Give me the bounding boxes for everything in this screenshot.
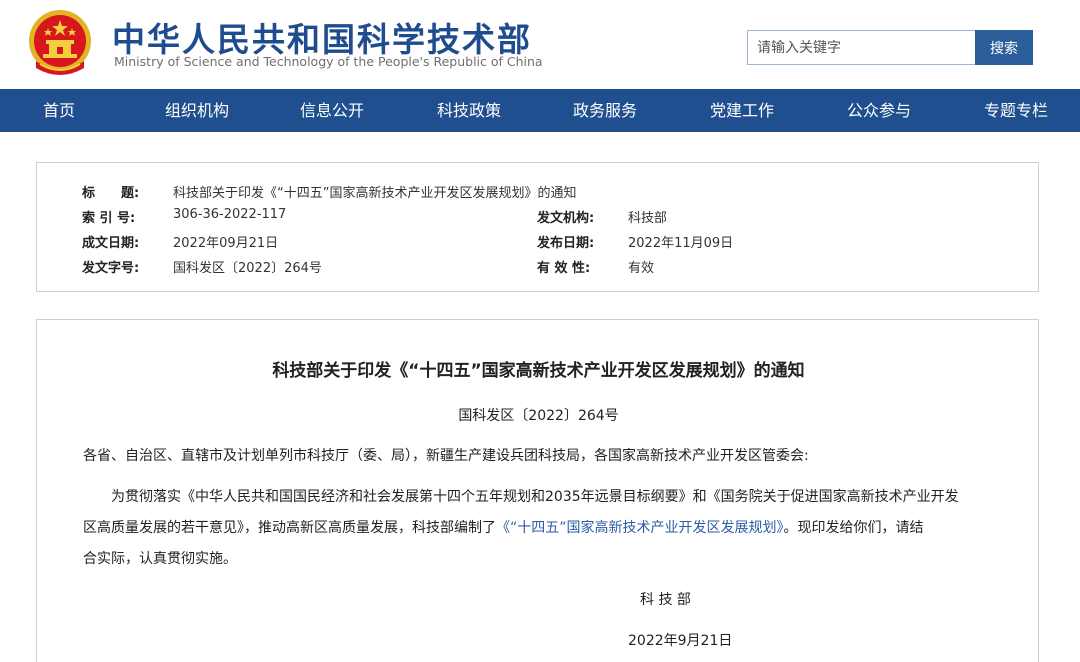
site-header: 中华人民共和国科学技术部 Ministry of Science and Tec… (0, 0, 1080, 89)
main-nav: 首页 组织机构 信息公开 科技政策 政务服务 党建工作 公众参与 专题专栏 (0, 89, 1080, 132)
meta-title-label: 标 题: (82, 186, 140, 201)
body-line-2-text-before: 区高质量发展的若干意见》，推动高新区高质量发展，科技部编制了 (83, 520, 496, 536)
article-signature: 科 技 部 (640, 592, 691, 608)
article-doc-number: 国科发区〔2022〕264号 (458, 408, 619, 424)
meta-issuer-value: 科技部 (628, 211, 668, 226)
article-body-line-3: 合实际，认真贯彻实施。 (83, 551, 237, 567)
article-date: 2022年9月21日 (628, 633, 733, 649)
article-body-line-2: 区高质量发展的若干意见》，推动高新区高质量发展，科技部编制了《“十四五”国家高新… (83, 517, 924, 537)
meta-created-value: 2022年09月21日 (173, 236, 279, 251)
article-title: 科技部关于印发《“十四五”国家高新技术产业开发区发展规划》的通知 (272, 361, 805, 381)
plan-document-link[interactable]: 《“十四五”国家高新技术产业开发区发展规划》 (496, 520, 784, 536)
search-input[interactable] (747, 30, 976, 65)
meta-index-label: 索 引 号: (82, 211, 136, 226)
meta-validity-value: 有效 (628, 261, 655, 276)
meta-docno-label: 发文字号: (82, 261, 140, 276)
article-body: 科技部关于印发《“十四五”国家高新技术产业开发区发展规划》的通知 国科发区〔20… (36, 319, 1039, 662)
nav-item-party-building[interactable]: 党建工作 (700, 89, 784, 132)
document-metadata-box: 标 题: 科技部关于印发《“十四五”国家高新技术产业开发区发展规划》的通知 索 … (36, 162, 1039, 292)
meta-created-label: 成文日期: (82, 236, 140, 251)
search-button[interactable]: 搜索 (975, 30, 1033, 65)
meta-published-value: 2022年11月09日 (628, 236, 734, 251)
meta-index-value: 306-36-2022-117 (173, 207, 287, 222)
meta-docno-value: 国科发区〔2022〕264号 (173, 261, 322, 276)
nav-item-special-topics[interactable]: 专题专栏 (974, 89, 1058, 132)
nav-item-organization[interactable]: 组织机构 (155, 89, 239, 132)
meta-title-value: 科技部关于印发《“十四五”国家高新技术产业开发区发展规划》的通知 (173, 186, 577, 201)
nav-item-home[interactable]: 首页 (26, 89, 92, 132)
body-line-2-text-after: 。现印发给你们，请结 (783, 520, 924, 536)
meta-issuer-label: 发文机构: (537, 211, 595, 226)
nav-item-public-participation[interactable]: 公众参与 (837, 89, 921, 132)
article-addressee: 各省、自治区、直辖市及计划单列市科技厅（委、局），新疆生产建设兵团科技局，各国家… (83, 448, 809, 464)
site-subtitle: Ministry of Science and Technology of th… (114, 54, 543, 69)
nav-item-information-disclosure[interactable]: 信息公开 (290, 89, 374, 132)
meta-published-label: 发布日期: (537, 236, 595, 251)
nav-item-sci-tech-policy[interactable]: 科技政策 (427, 89, 511, 132)
national-emblem-icon[interactable] (26, 6, 94, 80)
nav-item-government-services[interactable]: 政务服务 (563, 89, 647, 132)
article-body-line-1: 为贯彻落实《中华人民共和国国民经济和社会发展第十四个五年规划和2035年远景目标… (111, 489, 959, 505)
meta-validity-label: 有 效 性: (537, 261, 591, 276)
